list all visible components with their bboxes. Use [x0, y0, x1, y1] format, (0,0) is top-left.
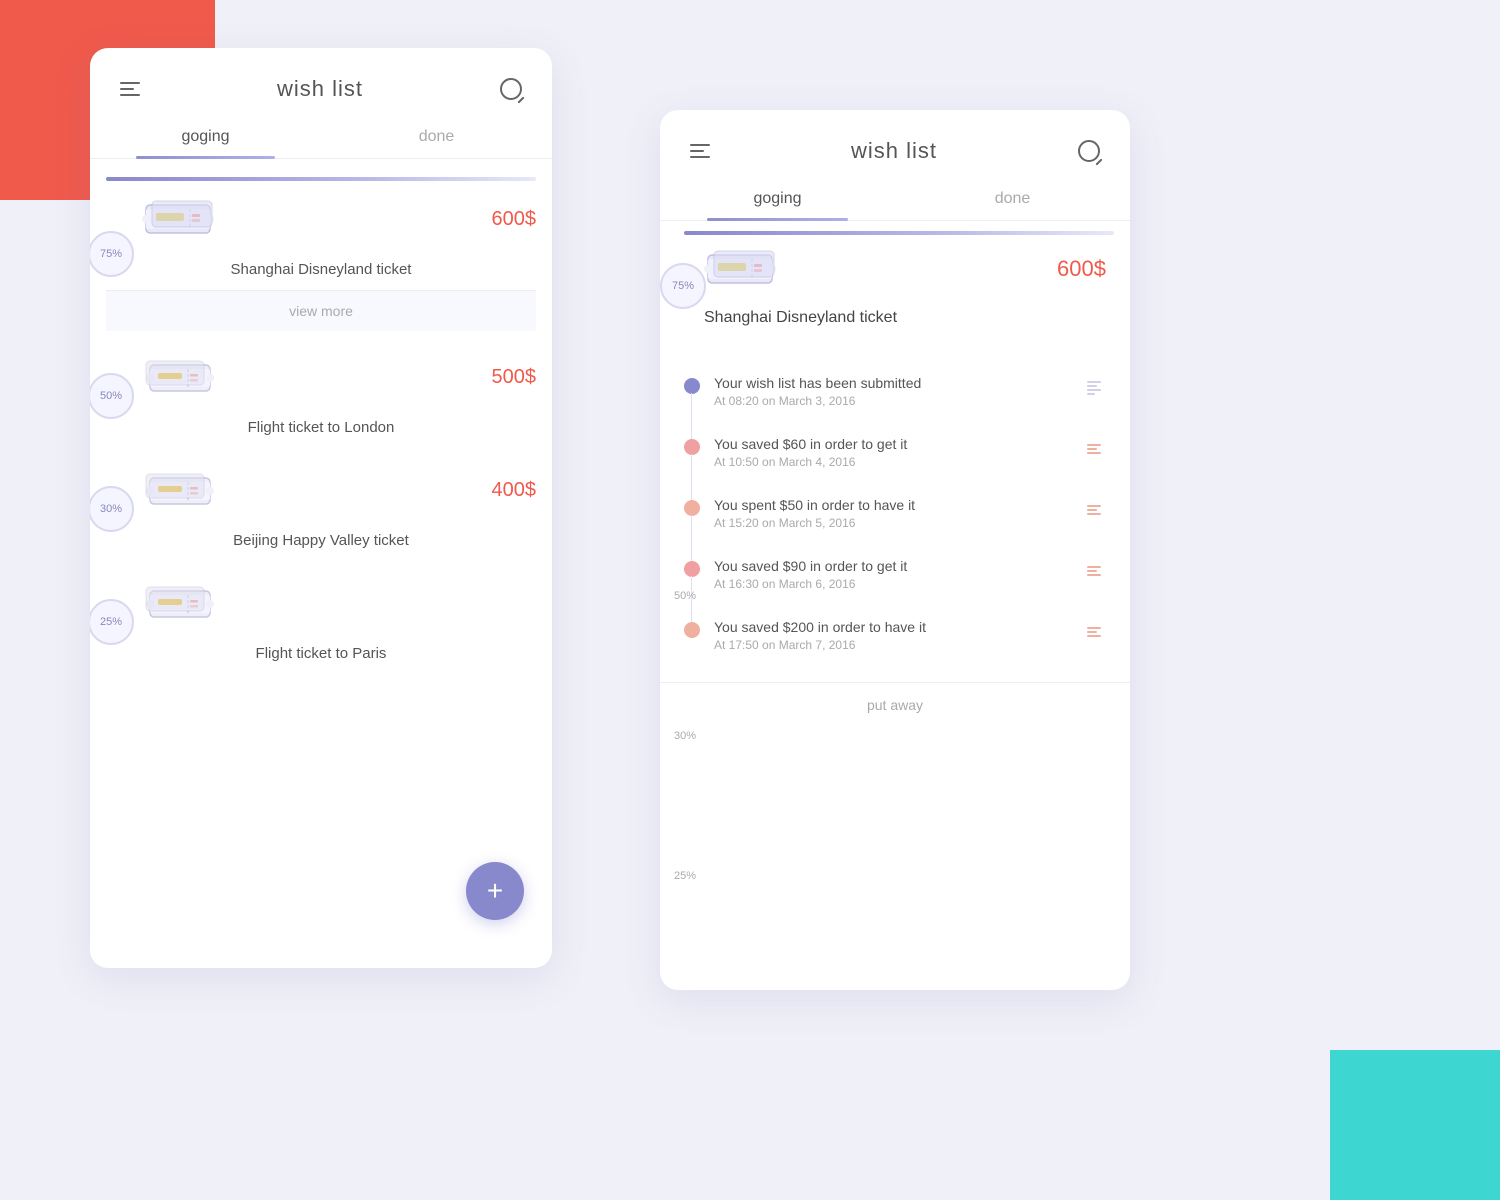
right-menu-icon[interactable] [690, 144, 710, 158]
right-phone-card: wish list goging done 75% [660, 110, 1130, 990]
list-item-3[interactable]: 30% 400$ Beijing Happy Valley ticket [106, 456, 536, 561]
right-tab-done[interactable]: done [895, 180, 1130, 220]
right-item-price: 600$ [1057, 256, 1106, 282]
timeline-dot-1 [684, 378, 700, 394]
lines-icon-4 [1084, 560, 1106, 582]
expand-bar-1 [106, 177, 536, 181]
timeline-dot-5 [684, 622, 700, 638]
timeline-item-3: You spent $50 in order to have it At 15:… [684, 483, 1106, 544]
timeline: Your wish list has been submitted At 08:… [660, 345, 1130, 682]
list-item-1[interactable]: 75% 600$ Sha [106, 177, 536, 331]
timeline-dot-4 [684, 561, 700, 577]
right-expanded-card: 75% 600$ Shanghai Disneyland ticket [684, 231, 1114, 341]
right-tab-goging[interactable]: goging [660, 180, 895, 220]
timeline-content-5: You saved $200 in order to have it At 17… [714, 619, 1070, 652]
ticket-icon-2 [142, 353, 214, 401]
right-header: wish list [660, 110, 1130, 180]
progress-badge-3: 30% [90, 486, 134, 532]
tab-goging[interactable]: goging [90, 118, 321, 158]
list-item-2[interactable]: 50% 500$ Flight ticket to London [106, 343, 536, 448]
progress-badge-4: 25% [90, 599, 134, 645]
right-side-badge-50: 50% [670, 590, 700, 602]
left-title: wish list [277, 76, 363, 102]
timeline-item-1: Your wish list has been submitted At 08:… [684, 361, 1106, 422]
timeline-content-2: You saved $60 in order to get it At 10:5… [714, 436, 1070, 469]
ticket-icon-3 [142, 466, 214, 514]
right-title: wish list [851, 138, 937, 164]
progress-badge-1: 75% [90, 231, 134, 277]
right-side-badge-25: 25% [670, 870, 700, 882]
left-header: wish list [90, 48, 552, 118]
timeline-item-4: You saved $90 in order to get it At 16:3… [684, 544, 1106, 605]
item-name-3: Beijing Happy Valley ticket [106, 524, 536, 561]
right-progress-badge: 75% [660, 263, 706, 309]
ticket-icon-4 [142, 579, 214, 627]
left-list: 75% 600$ Sha [90, 159, 552, 692]
timeline-content-1: Your wish list has been submitted At 08:… [714, 375, 1070, 408]
item-name-2: Flight ticket to London [106, 411, 536, 448]
progress-badge-2: 50% [90, 373, 134, 419]
timeline-item-2: You saved $60 in order to get it At 10:5… [684, 422, 1106, 483]
view-more-btn[interactable]: view more [106, 290, 536, 331]
menu-icon[interactable] [120, 82, 140, 96]
timeline-content-4: You saved $90 in order to get it At 16:3… [714, 558, 1070, 591]
corner-teal-accent [1330, 1050, 1500, 1200]
lines-icon-5 [1084, 621, 1106, 643]
fab-button[interactable]: + [466, 862, 524, 920]
item-name-4: Flight ticket to Paris [106, 637, 536, 674]
right-side-badge-30: 30% [670, 730, 700, 742]
ticket-icon-1 [142, 195, 214, 243]
right-search-icon[interactable] [1078, 140, 1100, 162]
put-away-btn[interactable]: put away [660, 682, 1130, 727]
tab-done[interactable]: done [321, 118, 552, 158]
item-price-2: 500$ [492, 366, 537, 389]
search-icon[interactable] [500, 78, 522, 100]
right-item-name: Shanghai Disneyland ticket [684, 303, 1114, 341]
timeline-content-3: You spent $50 in order to have it At 15:… [714, 497, 1070, 530]
item-price-3: 400$ [492, 479, 537, 502]
lines-icon-3 [1084, 499, 1106, 521]
timeline-dot-3 [684, 500, 700, 516]
right-ticket-icon [704, 245, 776, 293]
left-phone-card: wish list goging done 75% [90, 48, 552, 968]
item-price-1: 600$ [492, 208, 537, 231]
right-tabs: goging done [660, 180, 1130, 221]
left-tabs: goging done [90, 118, 552, 159]
lines-icon-2 [1084, 438, 1106, 460]
item-name-1: Shanghai Disneyland ticket [106, 253, 536, 290]
timeline-dot-2 [684, 439, 700, 455]
doc-icon-1 [1084, 377, 1106, 399]
timeline-item-5: You saved $200 in order to have it At 17… [684, 605, 1106, 666]
list-item-4[interactable]: 25% Flight ticket to Paris [106, 569, 536, 674]
